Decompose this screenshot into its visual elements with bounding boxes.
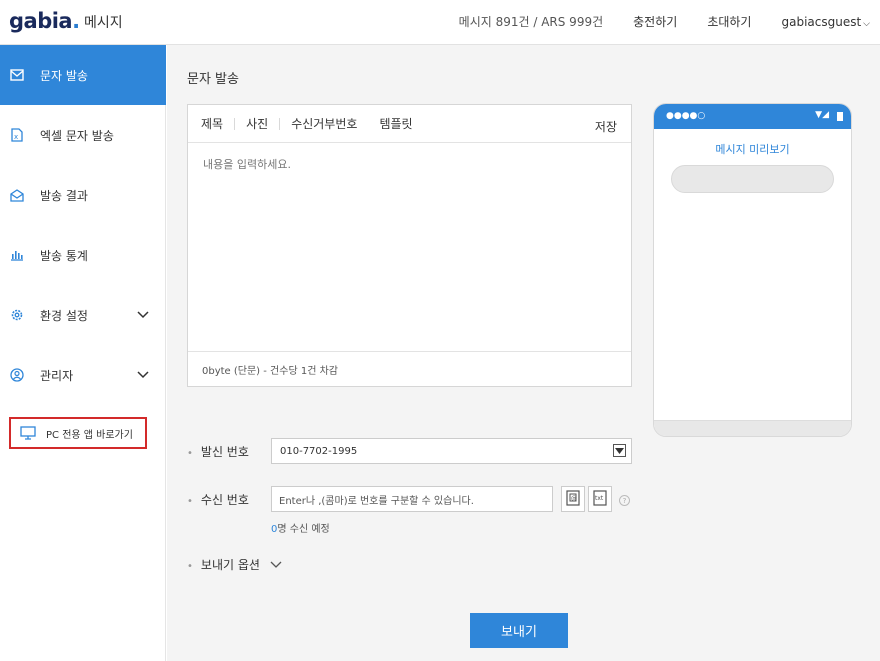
- sidebar-item-label: 관리자: [40, 368, 74, 383]
- sidebar-item-label: 문자 발송: [40, 68, 88, 83]
- quota-status: 메시지 891건 / ARS 999건: [458, 15, 604, 29]
- receiver-label: • 수신 번호: [187, 493, 249, 507]
- gabia-logo[interactable]: gabia.: [9, 9, 80, 33]
- editor-toolbar: 제목 사진 수신거부번호 템플릿 저장: [188, 105, 631, 143]
- sidebar-item-send-results[interactable]: 발송 결과: [0, 165, 166, 225]
- open-envelope-icon: [10, 188, 24, 202]
- monitor-icon: [20, 426, 36, 440]
- user-name: gabiacsguest: [781, 14, 862, 29]
- chevron-down-icon: [136, 367, 150, 381]
- message-editor: 제목 사진 수신거부번호 템플릿 저장 내용을 입력하세요. 0byte (단문…: [187, 104, 632, 387]
- sender-number-select[interactable]: 010-7702-1995: [271, 438, 632, 464]
- invite-link[interactable]: 초대하기: [707, 13, 751, 30]
- send-button[interactable]: 보내기: [470, 613, 568, 648]
- wifi-signal-icon: ▼◢: [815, 110, 829, 120]
- top-nav: 메시지 891건 / ARS 999건 충전하기 초대하기 gabiacsgue…: [459, 13, 870, 30]
- gear-icon: [10, 308, 24, 322]
- charge-link[interactable]: 충전하기: [633, 13, 677, 30]
- chevron-down-icon: [613, 444, 626, 457]
- photo-button[interactable]: 사진: [234, 117, 279, 130]
- template-button[interactable]: 템플릿: [368, 118, 423, 130]
- sender-label: • 발신 번호: [187, 445, 249, 459]
- preview-title: 메시지 미리보기: [715, 143, 790, 156]
- sidebar-item-excel-send[interactable]: x 엑셀 문자 발송: [0, 105, 166, 165]
- top-header: gabia. 메시지 메시지 891건 / ARS 999건 충전하기 초대하기…: [0, 0, 880, 45]
- svg-text:txt: txt: [595, 495, 604, 502]
- svg-text:@: @: [571, 495, 577, 502]
- sidebar-item-label: 발송 통계: [40, 248, 88, 263]
- sidebar: 문자 발송 x 엑셀 문자 발송 발송 결과 발송 통계 환경 설정 관리자 P…: [0, 45, 166, 661]
- signal-dots-icon: ●●●●○: [666, 111, 706, 121]
- sidebar-item-admin[interactable]: 관리자: [0, 345, 166, 405]
- receiver-number-input[interactable]: Enter나 ,(콤마)로 번호를 구분할 수 있습니다.: [271, 486, 553, 512]
- sender-number-value: 010-7702-1995: [280, 445, 358, 457]
- send-options-label[interactable]: • 보내기 옵션: [187, 556, 260, 573]
- save-button[interactable]: 저장: [595, 118, 617, 135]
- sidebar-item-label: 발송 결과: [40, 188, 88, 203]
- txt-file-icon: txt: [592, 489, 608, 509]
- help-icon[interactable]: ?: [619, 495, 630, 506]
- bar-chart-icon: [10, 248, 24, 262]
- envelope-icon: [10, 68, 24, 82]
- svg-text:x: x: [14, 133, 18, 141]
- reject-number-button[interactable]: 수신거부번호: [279, 117, 368, 130]
- phone-bottom-bar: [654, 420, 851, 436]
- sidebar-item-settings[interactable]: 환경 설정: [0, 285, 166, 345]
- message-textarea[interactable]: 내용을 입력하세요.: [203, 156, 291, 172]
- main-content: 문자 발송 제목 사진 수신거부번호 템플릿 저장 내용을 입력하세요. 0by…: [167, 45, 880, 661]
- user-menu[interactable]: gabiacsguest ⌵: [781, 15, 870, 29]
- sidebar-item-label: 환경 설정: [40, 308, 88, 323]
- battery-icon: [837, 112, 843, 121]
- chevron-down-icon: [136, 307, 150, 321]
- page-title: 문자 발송: [187, 72, 239, 87]
- txt-upload-button[interactable]: txt: [588, 486, 612, 512]
- phone-preview: ●●●●○ ▼◢ 메시지 미리보기: [653, 103, 852, 437]
- excel-file-icon: x: [10, 128, 24, 142]
- address-book-icon: @: [565, 489, 581, 509]
- phone-status-bar: ●●●●○ ▼◢: [654, 104, 851, 129]
- address-book-button[interactable]: @: [561, 486, 585, 512]
- subject-button[interactable]: 제목: [201, 118, 234, 130]
- sidebar-item-statistics[interactable]: 발송 통계: [0, 225, 166, 285]
- chevron-down-icon[interactable]: [270, 558, 282, 570]
- pc-app-shortcut[interactable]: PC 전용 앱 바로가기: [9, 417, 147, 449]
- user-circle-icon: [10, 368, 24, 382]
- byte-counter: 0byte (단문) - 건수당 1건 차감: [188, 351, 631, 386]
- message-bubble: [671, 165, 834, 193]
- receiver-count: 0명 수신 예정: [271, 524, 330, 535]
- app-name: 메시지: [84, 15, 123, 31]
- sidebar-item-send-sms[interactable]: 문자 발송: [0, 45, 166, 105]
- sidebar-item-label: 엑셀 문자 발송: [40, 128, 114, 143]
- pc-app-label: PC 전용 앱 바로가기: [46, 429, 133, 441]
- chevron-down-icon: ⌵: [863, 18, 870, 29]
